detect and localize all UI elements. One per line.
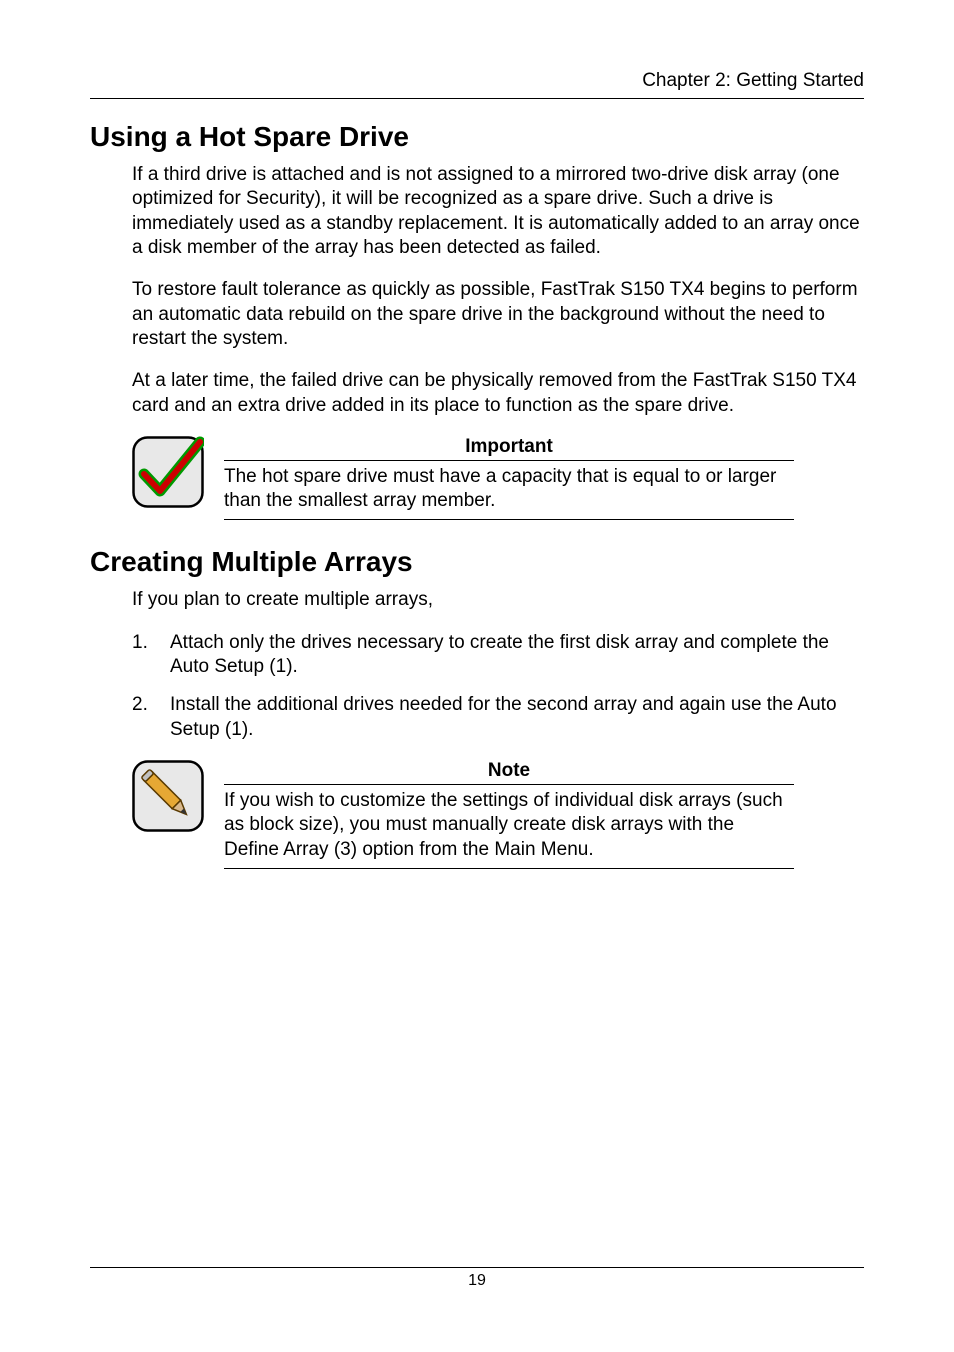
note-text: If you wish to customize the settings of…	[224, 789, 794, 869]
chapter-header: Chapter 2: Getting Started	[90, 70, 864, 99]
note-title: Note	[224, 760, 794, 785]
important-text: The hot spare drive must have a capacity…	[224, 465, 794, 521]
important-title: Important	[224, 436, 794, 461]
section-title-hot-spare: Using a Hot Spare Drive	[90, 121, 864, 153]
steps-list: Attach only the drives necessary to crea…	[90, 631, 864, 742]
section-body-multiple-arrays: If you plan to create multiple arrays,	[132, 588, 864, 612]
list-item: Install the additional drives needed for…	[132, 693, 864, 742]
paragraph: If you plan to create multiple arrays,	[132, 588, 864, 612]
important-body: Important The hot spare drive must have …	[224, 436, 864, 521]
note-callout: Note If you wish to customize the settin…	[132, 760, 864, 869]
page-container: Chapter 2: Getting Started Using a Hot S…	[0, 0, 954, 935]
section-body-hot-spare: If a third drive is attached and is not …	[132, 163, 864, 418]
paragraph: At a later time, the failed drive can be…	[132, 369, 864, 418]
paragraph: To restore fault tolerance as quickly as…	[132, 278, 864, 351]
important-callout: Important The hot spare drive must have …	[132, 436, 864, 521]
pencil-icon	[132, 760, 204, 832]
checkmark-icon	[132, 436, 204, 508]
paragraph: If a third drive is attached and is not …	[132, 163, 864, 260]
list-item: Attach only the drives necessary to crea…	[132, 631, 864, 680]
note-body: Note If you wish to customize the settin…	[224, 760, 864, 869]
section-title-multiple-arrays: Creating Multiple Arrays	[90, 546, 864, 578]
page-number: 19	[468, 1272, 486, 1289]
page-footer: 19	[90, 1267, 864, 1290]
